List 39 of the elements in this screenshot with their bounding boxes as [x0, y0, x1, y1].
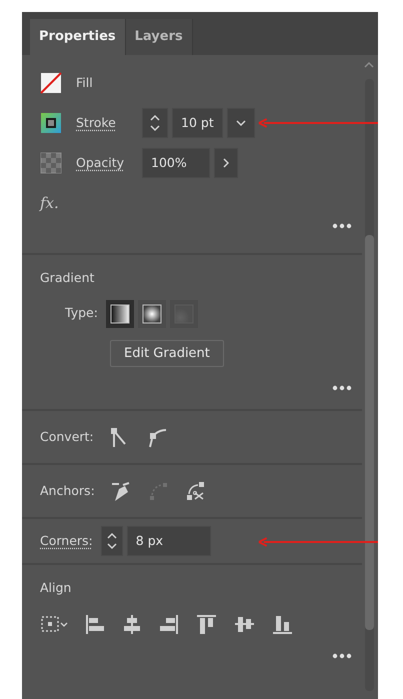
panel-tab[interactable]: Layers [126, 19, 193, 55]
stepper-icon[interactable] [149, 113, 161, 133]
corners-label[interactable]: Corners: [40, 532, 93, 550]
edit-gradient-button[interactable]: Edit Gradient [110, 340, 224, 368]
opacity-swatch-icon[interactable] [40, 152, 62, 174]
gradient-type-button[interactable] [106, 300, 134, 328]
more-icon[interactable] [332, 652, 352, 659]
property-label[interactable]: Stroke [76, 114, 128, 132]
section-title: Gradient [40, 269, 96, 287]
more-icon[interactable] [332, 385, 352, 392]
section-title: Align [40, 579, 72, 597]
stepper-icon[interactable] [106, 531, 118, 551]
align-bottom-icon[interactable] [272, 614, 293, 635]
gradient-type-button[interactable] [138, 300, 166, 328]
align-center-icon[interactable] [122, 614, 142, 635]
radial-gradient-icon [142, 304, 162, 324]
type-label: Type: [65, 304, 98, 322]
chevron-down-icon[interactable] [236, 120, 246, 126]
stroke-swatch-icon[interactable] [40, 112, 62, 134]
panel-tab[interactable]: Properties [30, 19, 126, 55]
property-label: Fill [76, 74, 94, 92]
pen-icon[interactable] [110, 480, 132, 502]
linear-gradient-icon [110, 304, 130, 324]
effects-button[interactable]: fx. [40, 192, 59, 214]
smooth-point-icon[interactable] [146, 426, 168, 448]
corner-radius-field[interactable]: 8 px [126, 526, 211, 556]
align-to-icon[interactable] [40, 614, 68, 635]
opacity-field[interactable]: 100% [142, 148, 210, 178]
property-label[interactable]: Opacity [76, 154, 128, 172]
align-top-icon[interactable] [196, 614, 217, 635]
align-right-icon[interactable] [159, 614, 179, 635]
stroke-weight-field[interactable]: 10 pt [172, 108, 223, 138]
scissors-icon[interactable] [184, 480, 206, 502]
tool-label: Convert: [40, 428, 94, 446]
chevron-right-icon[interactable] [223, 158, 229, 168]
more-icon[interactable] [332, 223, 352, 229]
tool-label: Anchors: [40, 482, 95, 500]
fill-swatch-icon[interactable] [40, 72, 62, 94]
align-left-icon[interactable] [85, 614, 105, 635]
